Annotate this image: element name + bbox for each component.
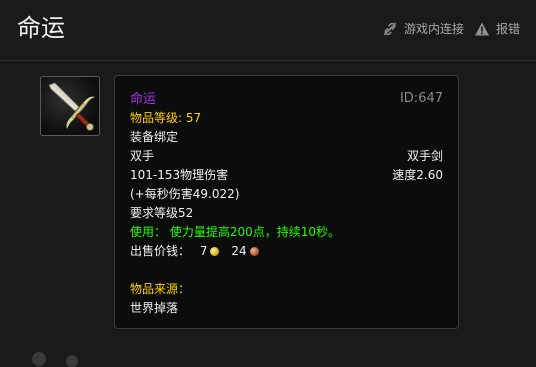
source-label: 物品来源：: [130, 282, 191, 296]
damage-row: 101-153物理伤害 速度2.60: [130, 166, 443, 184]
page-title: 命运: [17, 14, 65, 42]
link-icon: [382, 21, 398, 37]
sell-price-label: 出售价钱：: [130, 244, 191, 258]
slot-row: 双手 双手剑: [130, 147, 443, 165]
item-slot: 双手: [130, 149, 155, 163]
item-level: 物品等级: 57: [130, 111, 202, 125]
report-error-label: 报错: [495, 22, 520, 36]
sword-icon: [40, 76, 100, 136]
copper-coin-icon: [249, 247, 259, 256]
gold-coin-icon: [210, 247, 220, 256]
circle-icon: [66, 355, 78, 367]
item-dps: (+每秒伤害49.022): [130, 187, 240, 201]
item-speed: 速度2.60: [392, 168, 443, 182]
item-id: ID:647: [399, 91, 443, 106]
sell-price-row: 出售价钱： 7 24: [130, 242, 443, 260]
tooltip-name-row: 命运 ID:647: [130, 90, 443, 108]
item-type: 双手剑: [406, 149, 443, 163]
report-error-button[interactable]: 报错: [474, 20, 520, 37]
item-tooltip: 命运 ID:647 物品等级: 57 装备绑定 双手 双手剑 101-153物理…: [114, 75, 459, 329]
ingame-link-button[interactable]: 游戏内连接: [382, 20, 464, 37]
sell-gold-amount: 7: [199, 244, 208, 258]
bottom-partial-controls: [30, 352, 130, 367]
item-damage: 101-153物理伤害: [130, 168, 229, 182]
bind-type: 装备绑定: [130, 130, 179, 144]
header-bar: 命运 游戏内连接 报错: [0, 0, 536, 61]
header-actions: 游戏内连接 报错: [382, 20, 520, 37]
use-effect: 使用： 使力量提高200点，持续10秒。: [130, 225, 340, 239]
item-name: 命运: [130, 92, 157, 107]
warning-icon: [474, 21, 490, 37]
circle-icon: [32, 352, 46, 366]
required-level: 要求等级52: [130, 206, 194, 220]
ingame-link-label: 游戏内连接: [403, 22, 464, 36]
sell-silver-amount: 24: [231, 244, 247, 258]
source-value: 世界掉落: [130, 301, 179, 315]
